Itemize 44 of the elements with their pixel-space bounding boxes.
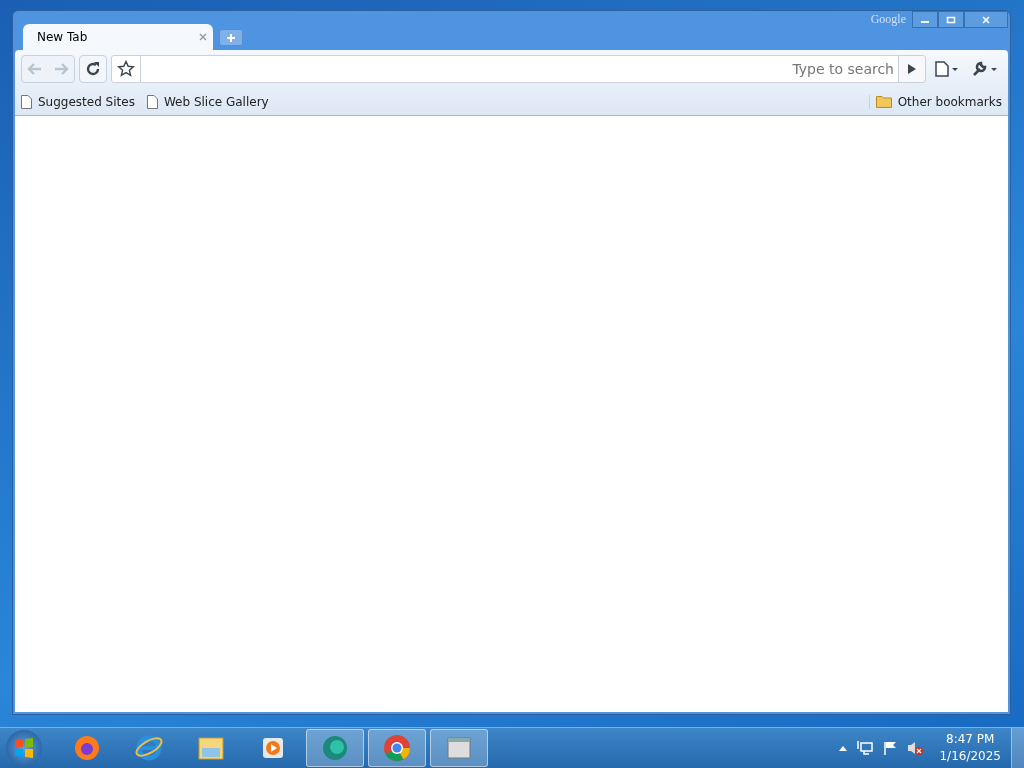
wrench-icon xyxy=(971,61,999,77)
close-icon[interactable] xyxy=(199,33,207,41)
right-arrow-icon xyxy=(53,62,69,76)
start-button[interactable] xyxy=(6,730,42,766)
windows-logo-icon xyxy=(13,737,35,759)
bookmark-star-button[interactable] xyxy=(111,55,141,83)
show-desktop-button[interactable] xyxy=(1011,728,1024,768)
taskbar-app-button[interactable] xyxy=(430,729,488,767)
close-icon xyxy=(981,15,991,24)
network-icon[interactable] xyxy=(857,741,874,755)
address-field[interactable]: Type to search xyxy=(141,55,898,83)
browser-tab[interactable]: New Tab xyxy=(23,24,213,50)
reload-icon xyxy=(85,61,101,77)
other-bookmarks-button[interactable]: Other bookmarks xyxy=(868,94,1002,109)
play-icon xyxy=(907,63,917,75)
new-tab-button[interactable] xyxy=(219,29,243,46)
page-icon xyxy=(934,61,960,77)
folder-icon xyxy=(875,95,892,108)
clock-date: 1/16/2025 xyxy=(939,748,1001,765)
app-icon xyxy=(134,733,164,763)
page-icon xyxy=(146,94,158,109)
flag-icon[interactable] xyxy=(883,741,898,755)
go-button[interactable] xyxy=(898,55,926,83)
clock-time: 8:47 PM xyxy=(946,731,995,748)
speaker-muted-icon[interactable] xyxy=(907,741,924,755)
plus-icon xyxy=(226,32,236,43)
app-icon xyxy=(72,733,102,763)
page-icon xyxy=(21,94,32,109)
left-arrow-icon xyxy=(27,62,43,76)
maximize-icon xyxy=(946,15,956,24)
app-icon xyxy=(320,733,350,763)
brand-label: Google xyxy=(870,12,906,27)
minimize-button[interactable] xyxy=(912,11,938,28)
taskbar-app-button[interactable] xyxy=(306,729,364,767)
bookmark-link[interactable]: Suggested Sites xyxy=(21,94,135,109)
reload-button[interactable] xyxy=(79,55,107,83)
maximize-button[interactable] xyxy=(938,11,964,28)
app-icon xyxy=(382,733,412,763)
show-hidden-icons-icon[interactable] xyxy=(839,745,848,751)
bookmark-link[interactable]: Web Slice Gallery xyxy=(146,94,269,109)
taskbar-app-button[interactable] xyxy=(368,729,426,767)
close-button[interactable] xyxy=(964,11,1008,28)
star-icon xyxy=(117,60,135,78)
clock[interactable]: 8:47 PM 1/16/2025 xyxy=(939,731,1001,765)
